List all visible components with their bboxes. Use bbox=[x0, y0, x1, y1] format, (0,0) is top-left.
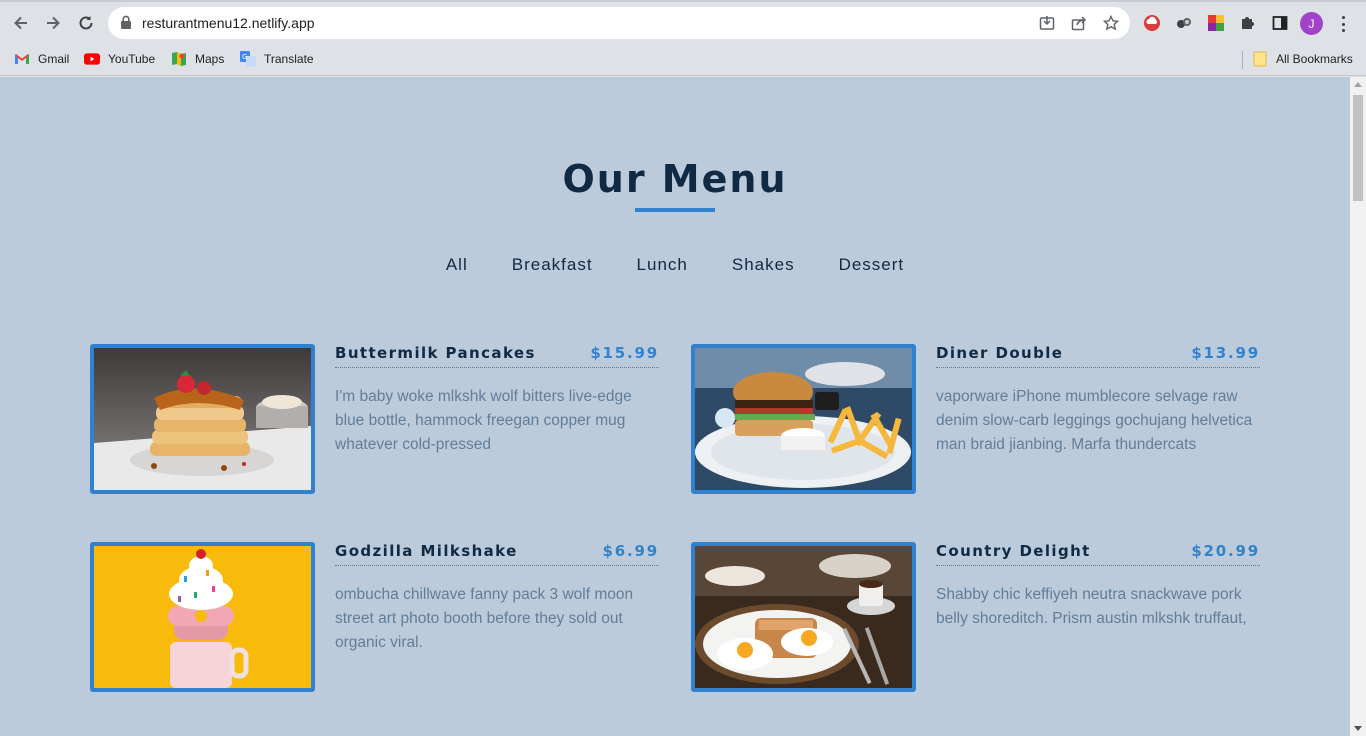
scroll-down-arrow-icon[interactable] bbox=[1354, 726, 1362, 731]
filter-all-button[interactable]: All bbox=[424, 253, 490, 277]
bookmark-star-icon[interactable] bbox=[1103, 15, 1119, 31]
url-text: resturantmenu12.netlify.app bbox=[142, 15, 315, 31]
item-price: $20.99 bbox=[1191, 542, 1260, 560]
gmail-icon bbox=[14, 51, 30, 67]
bookmark-youtube[interactable]: YouTube bbox=[84, 50, 155, 68]
item-price: $13.99 bbox=[1191, 344, 1260, 362]
extension-2-icon[interactable] bbox=[1174, 13, 1194, 33]
extensions-button[interactable] bbox=[1238, 13, 1258, 33]
title-underline bbox=[635, 208, 715, 212]
tab-strip-line bbox=[0, 0, 1366, 2]
bookmark-gmail[interactable]: Gmail bbox=[14, 50, 69, 68]
bookmark-translate[interactable]: G Translate bbox=[240, 50, 314, 68]
filter-lunch-button[interactable]: Lunch bbox=[615, 253, 710, 277]
profile-avatar[interactable]: J bbox=[1300, 12, 1323, 35]
filter-shakes-button[interactable]: Shakes bbox=[710, 253, 817, 277]
all-bookmarks-label: All Bookmarks bbox=[1276, 52, 1353, 66]
install-app-icon[interactable] bbox=[1039, 15, 1055, 31]
item-description: Shabby chic keffiyeh neutra snackwave po… bbox=[936, 586, 1247, 627]
browser-menu-button[interactable] bbox=[1336, 14, 1350, 34]
side-panel-button[interactable] bbox=[1270, 13, 1290, 33]
bookmark-label: Translate bbox=[264, 52, 314, 66]
item-header: Godzilla Milkshake $6.99 bbox=[335, 542, 659, 566]
filter-dessert-button[interactable]: Dessert bbox=[817, 253, 927, 277]
filter-breakfast-button[interactable]: Breakfast bbox=[490, 253, 615, 277]
color-picker-icon bbox=[1208, 15, 1224, 31]
item-name: Godzilla Milkshake bbox=[335, 542, 518, 560]
milkshake-photo bbox=[90, 542, 315, 692]
page-title: Our Menu bbox=[562, 157, 788, 201]
bookmark-label: Maps bbox=[195, 52, 225, 66]
forward-arrow-icon bbox=[47, 16, 60, 30]
item-header: Diner Double $13.99 bbox=[936, 344, 1260, 368]
back-arrow-icon bbox=[14, 16, 27, 30]
browser-toolbar: resturantmenu12.netlify.app J bbox=[0, 4, 1366, 42]
item-description: vaporware iPhone mumblecore selvage raw … bbox=[936, 388, 1253, 453]
item-price: $6.99 bbox=[602, 542, 659, 560]
menu-item: Godzilla Milkshake $6.99 ombucha chillwa… bbox=[90, 542, 660, 692]
extension-1-icon[interactable] bbox=[1142, 13, 1162, 33]
forward-button[interactable] bbox=[40, 10, 66, 36]
bookmark-maps[interactable]: Maps bbox=[171, 50, 224, 68]
glasses-icon bbox=[1177, 18, 1191, 28]
menu-item: Diner Double $13.99 vaporware iPhone mum… bbox=[691, 344, 1261, 494]
menu-page: Our Menu All Breakfast Lunch Shakes Dess… bbox=[0, 77, 1350, 736]
item-description: ombucha chillwave fanny pack 3 wolf moon… bbox=[335, 586, 634, 651]
share-icon[interactable] bbox=[1071, 15, 1087, 31]
svg-text:G: G bbox=[242, 53, 247, 61]
bookmark-label: YouTube bbox=[108, 52, 156, 66]
address-bar[interactable]: resturantmenu12.netlify.app bbox=[108, 7, 1130, 39]
cloud-download-icon bbox=[1144, 15, 1160, 31]
reload-button[interactable] bbox=[73, 10, 99, 36]
scroll-up-arrow-icon[interactable] bbox=[1354, 82, 1362, 87]
folder-icon bbox=[1252, 51, 1268, 67]
item-name: Buttermilk Pancakes bbox=[335, 344, 536, 362]
bookmarks-separator bbox=[1242, 51, 1243, 69]
item-description: I'm baby woke mlkshk wolf bitters live-e… bbox=[335, 388, 632, 453]
reload-icon bbox=[79, 16, 93, 30]
bookmarks-bar: Gmail YouTube Maps G Translate All Bookm… bbox=[0, 42, 1366, 76]
eggs-toast-photo bbox=[691, 542, 916, 692]
item-header: Buttermilk Pancakes $15.99 bbox=[335, 344, 659, 368]
scrollbar-thumb[interactable] bbox=[1353, 95, 1363, 201]
back-button[interactable] bbox=[8, 10, 34, 36]
item-name: Diner Double bbox=[936, 344, 1064, 362]
translate-icon: G bbox=[240, 51, 256, 67]
item-header: Country Delight $20.99 bbox=[936, 542, 1260, 566]
extension-3-icon[interactable] bbox=[1206, 13, 1226, 33]
lock-icon bbox=[121, 15, 131, 29]
item-price: $15.99 bbox=[590, 344, 659, 362]
bookmark-label: Gmail bbox=[38, 52, 70, 66]
item-name: Country Delight bbox=[936, 542, 1091, 560]
menu-item: Country Delight $20.99 Shabby chic keffi… bbox=[691, 542, 1261, 692]
page-scrollbar[interactable] bbox=[1350, 77, 1366, 736]
category-filters: All Breakfast Lunch Shakes Dessert bbox=[0, 253, 1350, 277]
burger-photo bbox=[691, 344, 916, 494]
puzzle-icon bbox=[1242, 17, 1254, 29]
maps-icon bbox=[171, 51, 187, 67]
youtube-icon bbox=[84, 51, 100, 67]
all-bookmarks-button[interactable]: All Bookmarks bbox=[1252, 50, 1353, 68]
side-panel-icon bbox=[1272, 16, 1288, 30]
pancakes-photo bbox=[90, 344, 315, 494]
menu-item: Buttermilk Pancakes $15.99 I'm baby woke… bbox=[90, 344, 660, 494]
